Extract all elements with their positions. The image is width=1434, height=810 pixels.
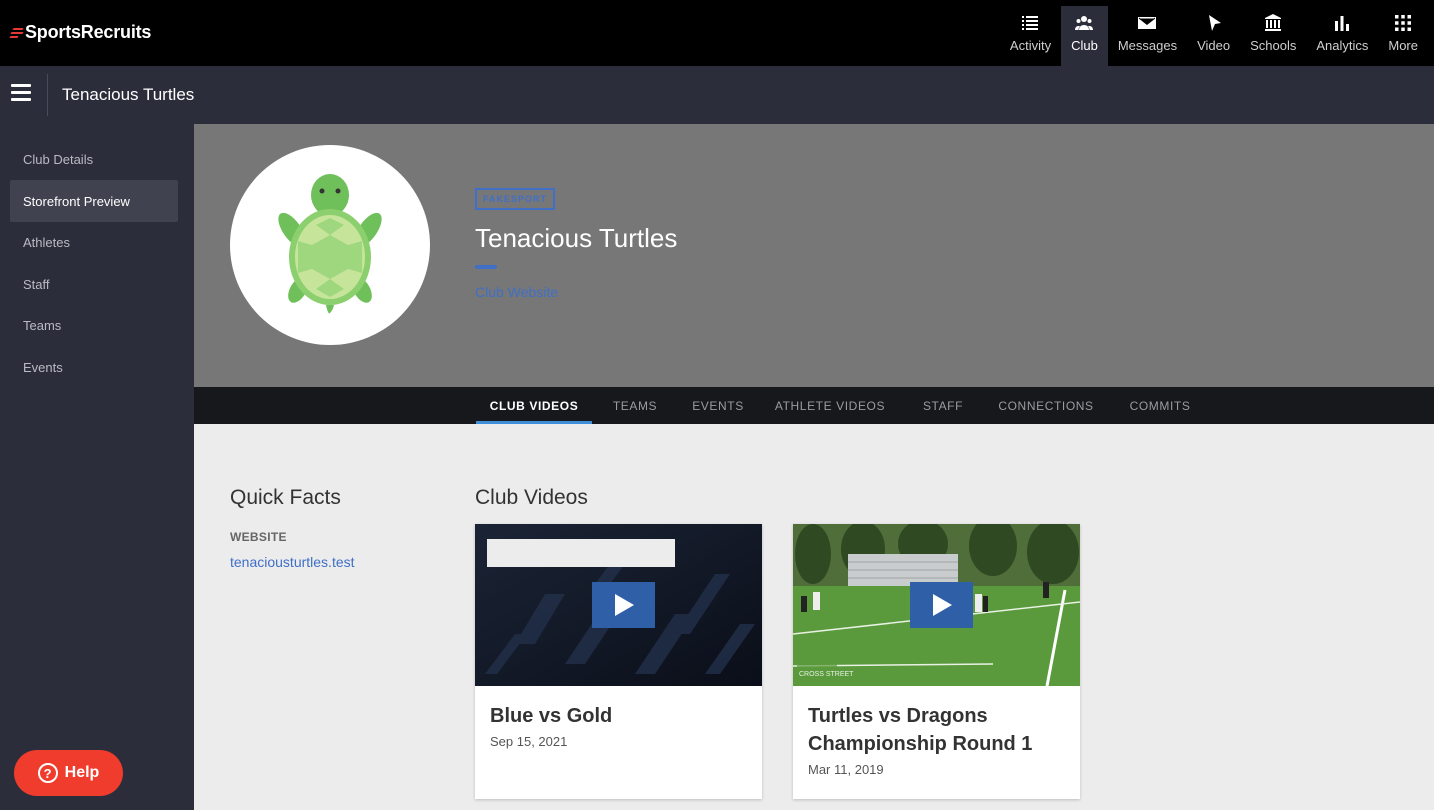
tab-staff[interactable]: STAFF — [914, 387, 972, 424]
sidebar-item-events[interactable]: Events — [10, 346, 178, 388]
logo-mark-icon — [9, 25, 24, 39]
quick-facts-title: Quick Facts — [230, 486, 341, 509]
tab-events[interactable]: EVENTS — [686, 387, 750, 424]
club-avatar — [230, 145, 430, 345]
sport-badge: FAKESPORT — [475, 188, 556, 210]
svg-text:CROSS STREET: CROSS STREET — [799, 671, 854, 678]
hamburger-menu-icon[interactable] — [11, 84, 31, 102]
bank-icon — [1265, 14, 1282, 31]
people-icon — [1075, 16, 1094, 30]
club-name: Tenacious Turtles — [475, 223, 678, 253]
nav-label: Schools — [1250, 38, 1297, 53]
play-button[interactable] — [592, 582, 655, 628]
sidebar-item-teams[interactable]: Teams — [10, 304, 178, 346]
storefront-tabs: CLUB VIDEOS TEAMS EVENTS ATHLETE VIDEOS … — [194, 387, 1434, 424]
nav-label: Club — [1071, 38, 1098, 53]
nav-item-analytics[interactable]: Analytics — [1306, 6, 1378, 66]
sidebar-item-storefront-preview[interactable]: Storefront Preview — [10, 180, 178, 222]
sidebar-item-club-details[interactable]: Club Details — [10, 138, 178, 180]
nav-label: Video — [1197, 38, 1231, 53]
tab-connections[interactable]: CONNECTIONS — [994, 387, 1098, 424]
bar-chart-icon — [1335, 16, 1350, 31]
nav-item-activity[interactable]: Activity — [1000, 6, 1061, 66]
play-button[interactable] — [910, 582, 973, 628]
brand-logo[interactable]: SportsRecruits — [9, 20, 152, 44]
title-underline — [475, 265, 497, 269]
video-title: Blue vs Gold — [490, 705, 613, 727]
tab-athlete-videos[interactable]: ATHLETE VIDEOS — [772, 387, 888, 424]
divider — [47, 74, 48, 116]
nav-label: Analytics — [1316, 38, 1369, 53]
video-date: Mar 11, 2019 — [808, 762, 884, 777]
nav-item-schools[interactable]: Schools — [1240, 6, 1306, 66]
website-link[interactable]: tenaciousturtles.test — [230, 554, 355, 570]
sidebar: Club Details Storefront Preview Athletes… — [0, 124, 194, 810]
brand-name: SportsRecruits — [25, 21, 152, 42]
nav-item-club[interactable]: Club — [1061, 6, 1108, 66]
tab-teams[interactable]: TEAMS — [604, 387, 666, 424]
nav-item-messages[interactable]: Messages — [1108, 6, 1187, 66]
sidebar-item-staff[interactable]: Staff — [10, 263, 178, 305]
grid-dots-icon — [1395, 15, 1412, 31]
tab-commits[interactable]: COMMITS — [1122, 387, 1198, 424]
club-hero: FAKESPORT Tenacious Turtles Club Website — [194, 124, 1434, 387]
video-title: Turtles vs Dragons Championship Round 1 — [808, 705, 1033, 755]
page-title: Tenacious Turtles — [62, 85, 195, 104]
video-card[interactable]: CROSS STREET Turtles vs Dragons Champion… — [793, 524, 1080, 799]
sub-header: Tenacious Turtles — [0, 66, 1434, 124]
envelope-icon — [1138, 17, 1157, 29]
club-website-link[interactable]: Club Website — [475, 284, 558, 300]
turtle-logo-icon — [278, 174, 382, 314]
list-icon — [1022, 16, 1039, 30]
club-videos-title: Club Videos — [475, 486, 588, 509]
nav-label: More — [1388, 38, 1418, 53]
sidebar-item-athletes[interactable]: Athletes — [10, 221, 178, 263]
top-nav: SportsRecruits Activity Club Messages Vi… — [0, 0, 1434, 66]
play-icon — [932, 594, 952, 616]
nav-items: Activity Club Messages Video Schools Ana… — [1000, 6, 1428, 66]
video-thumbnail — [475, 524, 762, 686]
play-icon — [614, 594, 634, 616]
play-arrow-icon — [1208, 15, 1221, 31]
question-icon: ? — [37, 763, 58, 783]
help-button[interactable]: ? Help — [14, 750, 123, 796]
help-label: Help — [64, 764, 100, 781]
nav-item-more[interactable]: More — [1378, 6, 1428, 66]
website-label: WEBSITE — [230, 530, 287, 544]
nav-label: Messages — [1117, 38, 1178, 53]
video-thumbnail: CROSS STREET — [793, 524, 1080, 686]
video-date: Sep 15, 2021 — [490, 734, 568, 749]
video-card[interactable]: Blue vs Gold Sep 15, 2021 — [475, 524, 762, 799]
nav-item-video[interactable]: Video — [1187, 6, 1240, 66]
tab-club-videos[interactable]: CLUB VIDEOS — [476, 387, 592, 424]
nav-label: Activity — [1009, 38, 1052, 53]
